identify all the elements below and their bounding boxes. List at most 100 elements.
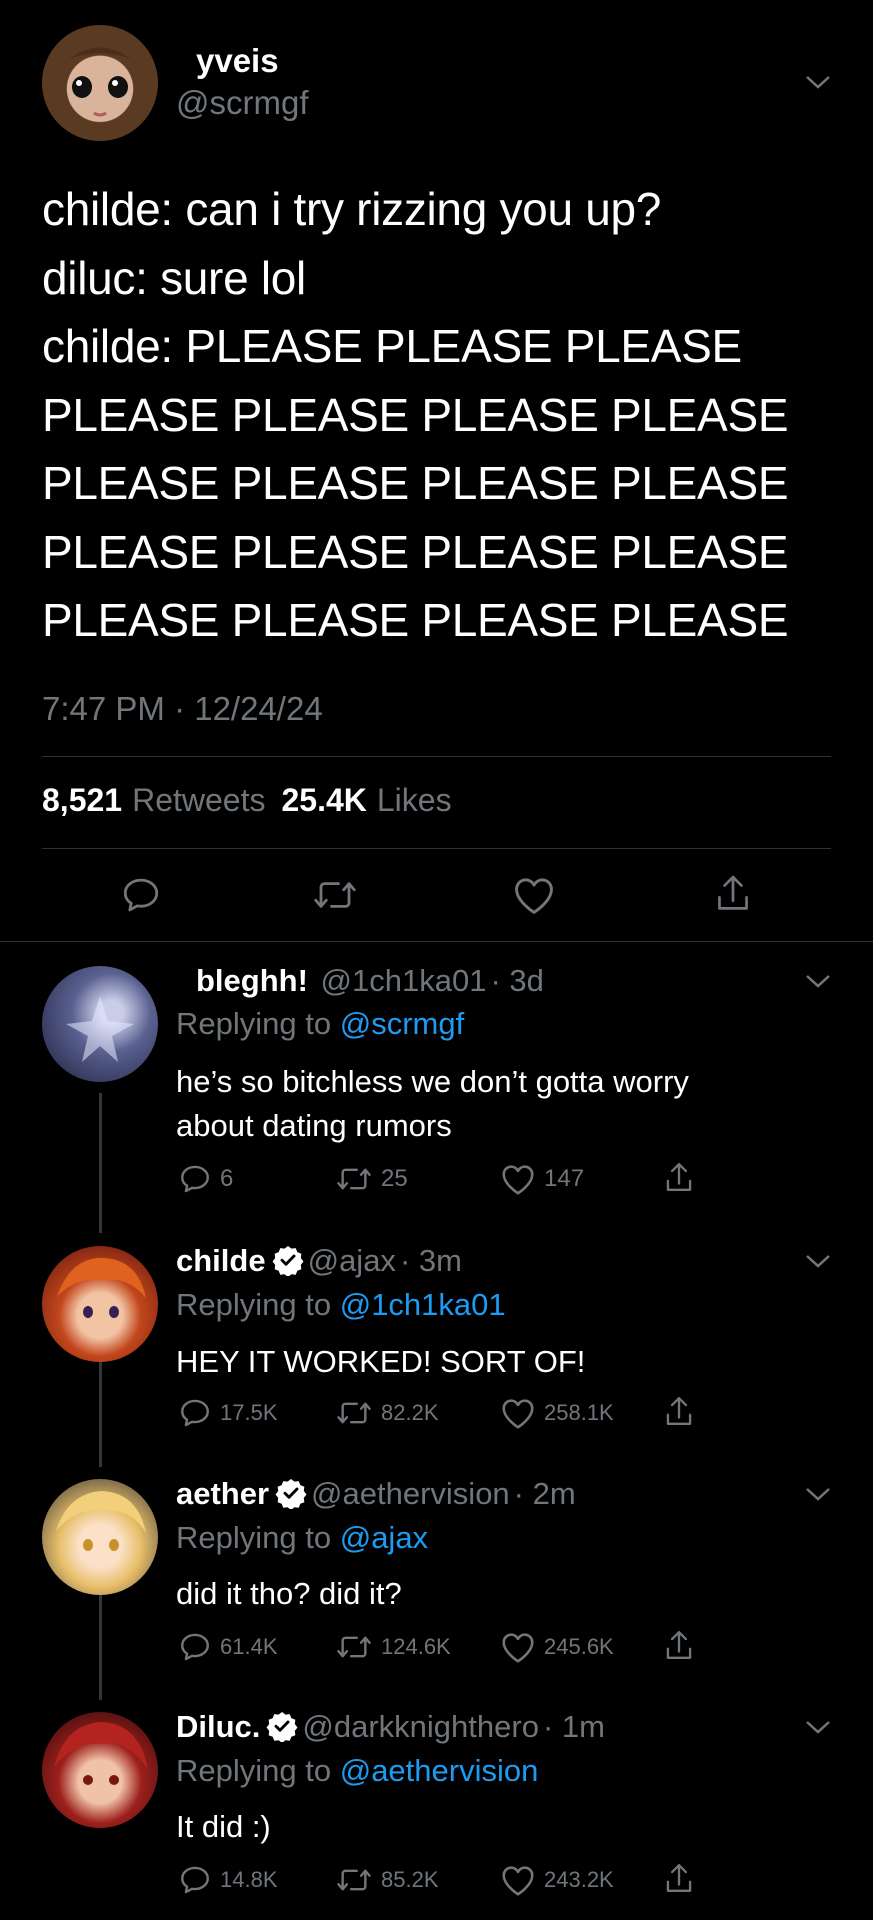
avatar[interactable] <box>42 1712 158 1828</box>
share-icon[interactable] <box>662 1160 696 1196</box>
likes-label[interactable]: Likes <box>377 782 452 819</box>
retweet-count: 85.2K <box>381 1867 439 1892</box>
heart-icon <box>502 1633 534 1663</box>
reply-author-name[interactable]: childe <box>176 1243 266 1278</box>
share-icon[interactable] <box>712 872 754 916</box>
chevron-down-icon[interactable] <box>805 1719 831 1735</box>
reply-text: It did :) <box>176 1805 271 1849</box>
replying-to: Replying to @scrmgf <box>176 1006 464 1042</box>
chevron-down-icon[interactable] <box>805 1253 831 1269</box>
avatar[interactable] <box>42 25 158 141</box>
avatar[interactable] <box>42 1246 158 1362</box>
tweet-text: childe: can i try rizzing you up? diluc:… <box>42 175 789 655</box>
like-count: 243.2K <box>544 1867 614 1892</box>
reply-button[interactable]: 17.5K <box>178 1396 278 1430</box>
tweet-line: childe: can i try rizzing you up? <box>42 183 662 235</box>
like-button[interactable]: 243.2K <box>500 1863 614 1897</box>
author-handle[interactable]: @scrmgf <box>176 84 309 122</box>
tweet-line: PLEASE PLEASE PLEASE PLEASE <box>42 388 789 441</box>
retweet-count: 25 <box>381 1165 408 1192</box>
verified-badge-icon <box>275 1479 307 1509</box>
reply-header: bleghh! @1ch1ka01 · 3d <box>196 963 544 999</box>
retweet-icon <box>337 1402 371 1424</box>
author-name[interactable]: yveis <box>196 42 279 80</box>
like-count: 147 <box>544 1165 585 1192</box>
reply-time[interactable]: · 2m <box>514 1476 576 1511</box>
engagement-stats: 8,521 Retweets 25.4K Likes <box>42 782 452 819</box>
heart-icon <box>502 1399 534 1429</box>
reply-time[interactable]: · 1m <box>543 1709 605 1744</box>
replying-to-handle[interactable]: @1ch1ka01 <box>340 1287 506 1322</box>
reply-author-name[interactable]: Diluc. <box>176 1709 260 1744</box>
replying-to-handle[interactable]: @aethervision <box>340 1753 539 1788</box>
reply-button[interactable]: 14.8K <box>178 1863 278 1897</box>
replying-to-label: Replying to <box>176 1006 332 1041</box>
reply-icon[interactable] <box>120 874 162 916</box>
replying-to-label: Replying to <box>176 1753 332 1788</box>
retweet-icon <box>337 1168 371 1190</box>
like-button[interactable]: 245.6K <box>500 1630 614 1664</box>
retweet-button[interactable]: 25 <box>335 1162 408 1196</box>
avatar[interactable] <box>42 1479 158 1595</box>
reply-count: 61.4K <box>220 1634 278 1659</box>
reply-text-line: he’s so bitchless we don’t gotta worry <box>176 1064 689 1099</box>
reply-author-handle[interactable]: @aethervision <box>311 1476 510 1511</box>
share-icon[interactable] <box>662 1628 696 1664</box>
share-icon[interactable] <box>662 1861 696 1897</box>
replying-to-label: Replying to <box>176 1287 332 1322</box>
divider <box>0 941 873 942</box>
retweets-count[interactable]: 8,521 <box>42 782 122 819</box>
retweets-label[interactable]: Retweets <box>132 782 265 819</box>
like-count: 245.6K <box>544 1634 614 1659</box>
reply-author-name[interactable]: aether <box>176 1476 269 1511</box>
reply-text-line: about dating rumors <box>176 1108 452 1143</box>
thread-line <box>99 1093 102 1233</box>
chevron-down-icon[interactable] <box>805 973 831 989</box>
reply-text-line: HEY IT WORKED! SORT OF! <box>176 1344 586 1379</box>
retweet-button[interactable]: 85.2K <box>335 1863 439 1897</box>
retweet-button[interactable]: 82.2K <box>335 1396 439 1430</box>
reply-author-handle[interactable]: @ajax <box>308 1243 396 1278</box>
tweet-line: PLEASE PLEASE PLEASE PLEASE <box>42 594 789 646</box>
reply-text: did it tho? did it? <box>176 1572 402 1616</box>
avatar[interactable] <box>42 966 158 1082</box>
reply-text: he’s so bitchless we don’t gotta worry a… <box>176 1060 689 1148</box>
reply-time[interactable]: · 3m <box>400 1243 462 1278</box>
replying-to-label: Replying to <box>176 1520 332 1555</box>
replying-to-handle[interactable]: @scrmgf <box>340 1006 464 1041</box>
replying-to-handle[interactable]: @ajax <box>340 1520 428 1555</box>
heart-icon[interactable] <box>512 874 556 916</box>
reply-author-handle[interactable]: @1ch1ka01 <box>321 963 487 998</box>
retweet-button[interactable]: 124.6K <box>335 1630 451 1664</box>
chevron-down-icon[interactable] <box>805 1486 831 1502</box>
likes-count[interactable]: 25.4K <box>281 782 366 819</box>
doll-face-icon <box>62 47 138 117</box>
like-count: 258.1K <box>544 1400 614 1425</box>
reply-button[interactable]: 61.4K <box>178 1630 278 1664</box>
heart-icon <box>502 1866 534 1896</box>
divider <box>42 848 831 849</box>
like-button[interactable]: 258.1K <box>500 1396 614 1430</box>
character-avatar-icon <box>57 1257 146 1318</box>
reply-button[interactable]: 6 <box>178 1162 233 1196</box>
reply-header: childe @ajax · 3m <box>176 1243 462 1279</box>
heart-icon <box>502 1165 534 1195</box>
verified-badge-icon <box>272 1246 304 1276</box>
reply-author-handle[interactable]: @darkknighthero <box>302 1709 539 1744</box>
retweet-count: 82.2K <box>381 1400 439 1425</box>
speech-bubble-icon <box>181 1399 209 1427</box>
speech-bubble-icon <box>181 1866 209 1894</box>
reply-author-name[interactable]: bleghh! <box>196 963 308 998</box>
like-button[interactable]: 147 <box>500 1162 584 1196</box>
chevron-down-icon[interactable] <box>805 74 831 90</box>
character-avatar-icon <box>66 996 134 1062</box>
reply-time[interactable]: · 3d <box>490 963 543 998</box>
share-icon[interactable] <box>662 1394 696 1430</box>
retweet-icon[interactable] <box>312 874 358 916</box>
replying-to: Replying to @1ch1ka01 <box>176 1287 506 1323</box>
retweet-count: 124.6K <box>381 1634 451 1659</box>
tweet-timestamp[interactable]: 7:47 PM · 12/24/24 <box>42 690 323 728</box>
speech-bubble-icon <box>181 1165 209 1193</box>
reply-count: 17.5K <box>220 1400 278 1425</box>
reply-header: Diluc. @darkknighthero · 1m <box>176 1709 605 1745</box>
